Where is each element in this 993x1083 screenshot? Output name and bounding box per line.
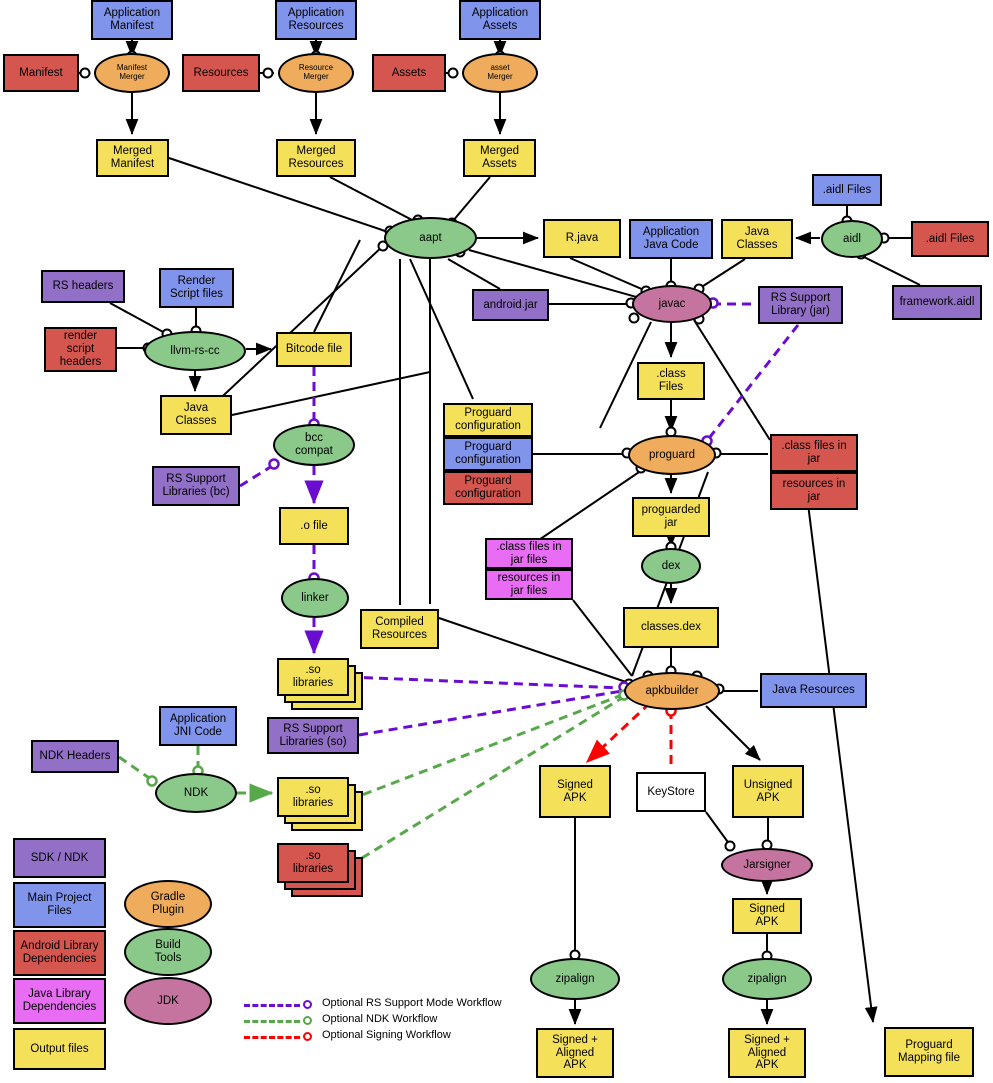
node-framework_aidl: framework.aidl — [892, 285, 982, 320]
node-bitcode_file: Bitcode file — [276, 332, 352, 367]
node-proguard_cfg: Proguard configuration Proguard configurati… — [443, 403, 533, 505]
node-java_resources: Java Resources — [760, 673, 867, 708]
node-rs_support_jar: RS Support Library (jar) — [758, 286, 843, 324]
node-aidl_files_main: .aidl Files — [812, 174, 882, 206]
node-so_rs: .so libraries — [277, 658, 363, 710]
node-dex: dex — [641, 548, 701, 584]
stack-front: .so libraries — [277, 658, 349, 696]
node-proguard_mapping: Proguard Mapping file — [884, 1027, 974, 1077]
node-rs_support_so: RS Support Libraries (so) — [267, 717, 359, 754]
stack-front: .so libraries — [277, 843, 349, 883]
node-app_jni_code: Application JNI Code — [159, 706, 237, 746]
node-class_in_jar_red: .class files in jar resources in jar — [770, 434, 858, 510]
node-ndk: NDK — [155, 773, 237, 813]
node-assets: Assets — [372, 54, 446, 92]
node-app_manifest: Application Manifest — [91, 0, 173, 40]
node-resource_merger: Resource Merger — [278, 53, 354, 93]
node-javac: javac — [632, 285, 712, 323]
legend-box-android_library: Android Library Dependencies — [13, 930, 106, 976]
node-signed_apk_2: Signed APK — [732, 898, 802, 934]
proguard-configuration-segment: Proguard configuration — [443, 403, 533, 437]
node-zipalign_2: zipalign — [722, 958, 812, 1000]
node-merged_manifest: Merged Manifest — [96, 139, 169, 177]
node-manifest_merger: Manifest Merger — [94, 53, 170, 93]
node-classes_dex: classes.dex — [623, 607, 719, 648]
legend-workflow-label: Optional NDK Workflow — [322, 1013, 438, 1025]
node-java_classes_aidl: Java Classes — [721, 219, 793, 259]
stack-front: .so libraries — [277, 777, 349, 817]
node-resources: Resources — [182, 54, 260, 92]
node-manifest: Manifest — [3, 54, 79, 92]
node-apkbuilder: apkbuilder — [624, 672, 720, 710]
legend-box-main_project: Main Project Files — [13, 882, 106, 928]
node-jarsigner: Jarsigner — [721, 848, 813, 882]
node-app_assets: Application Assets — [459, 0, 541, 40]
node-compiled_resources: Compiled Resources — [360, 609, 439, 649]
node-aapt: aapt — [384, 217, 477, 259]
node-so_lib_red: .so libraries — [277, 843, 363, 897]
node-class_in_jar_magenta: .class files in jar files resources in jar … — [485, 538, 573, 600]
node-unsigned_apk: Unsigned APK — [732, 765, 804, 818]
node-proguard: proguard — [628, 435, 716, 475]
node-asset_merger: asset Merger — [462, 53, 538, 93]
node-proguarded_jar: proguarded jar — [632, 497, 710, 537]
node-so_ndk: .so libraries — [277, 777, 363, 831]
node-rs_headers: RS headers — [41, 270, 125, 303]
proguard-configuration-segment: Proguard configuration — [443, 471, 533, 505]
legend-ellipse-jdk: JDK — [124, 977, 212, 1025]
node-keystore: KeyStore — [636, 772, 706, 812]
node-aidl_files_lib: .aidl Files — [911, 221, 989, 257]
jar-contents-segment: .class files in jar — [770, 434, 858, 472]
legend-workflow-label: Optional RS Support Mode Workflow — [322, 997, 502, 1009]
node-java_classes_rs: Java Classes — [160, 395, 232, 435]
node-llvm_rs_cc: llvm-rs-cc — [144, 331, 246, 371]
node-ndk_headers: NDK Headers — [31, 740, 119, 773]
node-app_java_code: Application Java Code — [629, 219, 713, 259]
legend-workflow-dot — [303, 1000, 312, 1009]
node-android_jar: android.jar — [472, 289, 549, 321]
node-merged_resources: Merged Resources — [276, 139, 356, 177]
jar-contents-segment: resources in jar files — [485, 569, 573, 600]
legend-workflow-line — [244, 1036, 300, 1039]
jar-contents-segment: .class files in jar files — [485, 538, 573, 569]
legend-ellipse-gradle_plugin: Gradle Plugin — [124, 880, 212, 928]
node-bcc_compat: bcc compat — [273, 424, 355, 466]
node-linker: linker — [281, 578, 349, 618]
node-signed_apk_1: Signed APK — [539, 765, 611, 818]
android-build-diagram: Application Manifest Application Resources A… — [0, 0, 993, 1083]
node-signed_aligned_2: Signed + Aligned APK — [728, 1028, 806, 1078]
legend-workflow-line — [244, 1020, 300, 1023]
node-app_resources: Application Resources — [275, 0, 357, 40]
node-rs_support_bc: RS Support Libraries (bc) — [152, 466, 240, 506]
node-aidl: aidl — [821, 220, 883, 258]
legend-workflow-line — [244, 1004, 300, 1007]
node-render_script_files: Render Script files — [159, 268, 234, 308]
legend-workflow-dot — [303, 1016, 312, 1025]
legend-box-output_files: Output files — [13, 1028, 106, 1070]
legend-ellipse-build_tools: Build Tools — [124, 928, 212, 976]
legend-workflow-dot — [303, 1032, 312, 1041]
node-class_files: .class Files — [637, 362, 705, 400]
legend-box-sdk_ndk: SDK / NDK — [13, 838, 106, 878]
node-render_script_headers: render script headers — [44, 327, 117, 372]
node-rjava: R.java — [543, 219, 621, 258]
jar-contents-segment: resources in jar — [770, 472, 858, 510]
node-o_file: .o file — [279, 507, 349, 545]
node-merged_assets: Merged Assets — [463, 139, 536, 177]
node-signed_aligned_1: Signed + Aligned APK — [536, 1028, 614, 1078]
node-zipalign_1: zipalign — [530, 958, 620, 1000]
legend-workflow-label: Optional Signing Workflow — [322, 1029, 451, 1041]
legend-box-java_library: Java Library Dependencies — [13, 978, 106, 1024]
proguard-configuration-segment: Proguard configuration — [443, 437, 533, 471]
